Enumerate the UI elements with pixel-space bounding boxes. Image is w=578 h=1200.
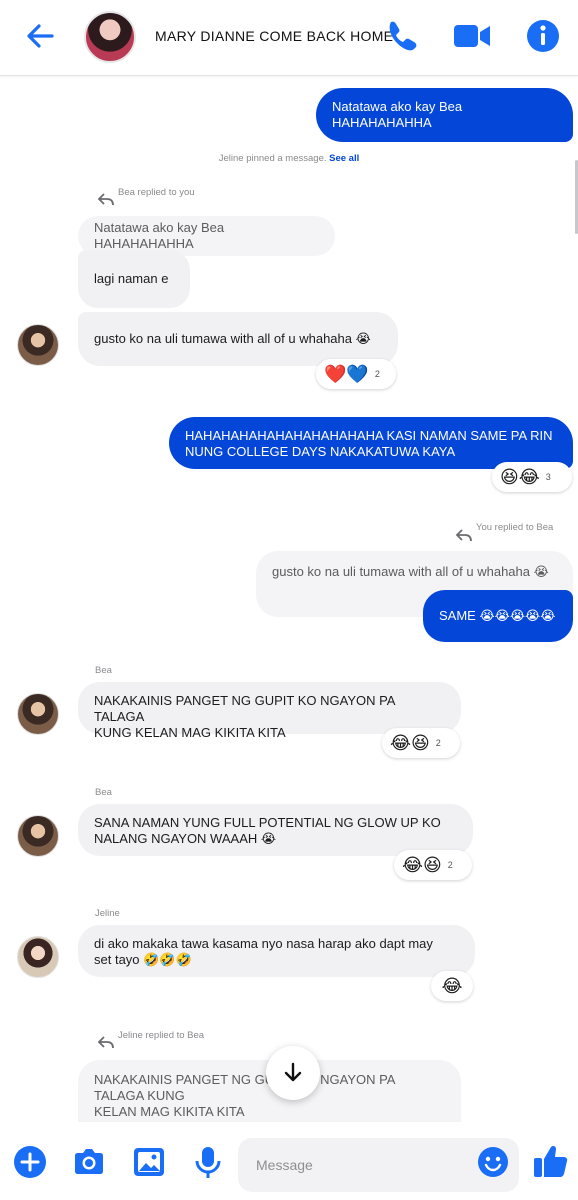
reply-label: Jeline replied to Bea — [118, 1030, 205, 1041]
microphone-icon[interactable] — [190, 1144, 226, 1180]
reaction-badge[interactable]: 😂😆 2 — [394, 850, 472, 880]
reply-label: Bea replied to you — [118, 187, 195, 198]
camera-icon[interactable] — [71, 1144, 107, 1180]
sender-name: Jeline — [95, 908, 120, 919]
emoji-icon[interactable] — [475, 1144, 511, 1180]
pinned-notice: Jeline pinned a message. See all — [218, 153, 360, 164]
reaction-badge[interactable]: 😂 — [431, 971, 473, 1001]
sender-name: Bea — [95, 787, 112, 798]
reply-arrow-icon — [97, 193, 114, 206]
outgoing-message[interactable]: Natatawa ako kay Bea HAHAHAHAHHA — [316, 88, 573, 142]
arrow-down-icon — [284, 1062, 302, 1082]
reaction-badge[interactable]: 😂😆 2 — [382, 728, 460, 758]
see-all-link[interactable]: See all — [329, 153, 359, 164]
incoming-message[interactable]: lagi naman e — [78, 250, 190, 308]
sender-avatar[interactable] — [17, 693, 59, 735]
sender-avatar[interactable] — [17, 936, 59, 978]
image-icon[interactable] — [131, 1144, 167, 1180]
incoming-message[interactable]: SANA NAMAN YUNG FULL POTENTIAL NG GLOW U… — [78, 804, 473, 856]
chat-header: MARY DIANNE COME BACK HOME — [0, 0, 578, 76]
video-camera-icon[interactable] — [450, 14, 494, 58]
incoming-message[interactable]: di ako makaka tawa kasama nyo nasa harap… — [78, 925, 475, 977]
reply-label: You replied to Bea — [476, 522, 554, 533]
sender-avatar[interactable] — [17, 324, 59, 366]
back-arrow-icon[interactable] — [22, 18, 62, 54]
chat-title[interactable]: MARY DIANNE COME BACK HOME — [155, 28, 393, 44]
plus-icon[interactable] — [12, 1144, 48, 1180]
phone-icon[interactable] — [380, 14, 424, 58]
scroll-to-bottom-button[interactable] — [266, 1046, 320, 1100]
reply-arrow-icon — [455, 529, 472, 542]
outgoing-message[interactable]: SAME 😭😭😭😭😭 — [423, 590, 573, 642]
incoming-message[interactable]: NAKAKAINIS PANGET NG GUPIT KO NGAYON PA … — [78, 682, 461, 740]
sender-avatar[interactable] — [17, 815, 59, 857]
reaction-badge[interactable]: ❤️💙 2 — [316, 359, 396, 389]
reply-arrow-icon — [97, 1036, 114, 1049]
thumbs-up-icon[interactable] — [531, 1141, 568, 1177]
info-icon[interactable] — [521, 14, 565, 58]
contact-avatar[interactable] — [84, 11, 136, 63]
message-composer — [0, 1128, 578, 1200]
incoming-message[interactable]: gusto ko na uli tumawa with all of u wha… — [78, 312, 398, 366]
sender-name: Bea — [95, 665, 112, 676]
reaction-badge[interactable]: 😆😂 3 — [492, 462, 572, 492]
